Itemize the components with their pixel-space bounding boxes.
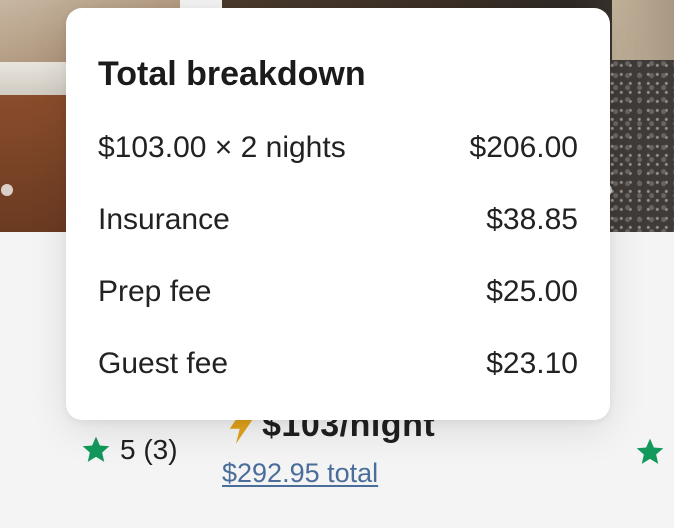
line-item-prep-fee: Prep fee $25.00	[98, 275, 578, 309]
rating-text: 5 (3)	[120, 434, 178, 465]
line-item-amount: $23.10	[486, 347, 578, 380]
line-item-amount: $206.00	[469, 131, 578, 164]
line-item-insurance: Insurance $38.85	[98, 203, 578, 237]
line-item-label: Guest fee	[98, 347, 229, 380]
line-item-amount: $25.00	[486, 275, 578, 308]
total-breakdown-popover: Total breakdown $103.00 × 2 nights $206.…	[66, 8, 610, 420]
line-item-guest-fee: Guest fee $23.10	[98, 347, 578, 381]
line-item-nights: $103.00 × 2 nights $206.00	[98, 131, 578, 165]
line-item-amount: $38.85	[486, 203, 578, 236]
listing-rating: 5 (3)	[80, 434, 178, 466]
photo-detail	[612, 0, 674, 60]
star-icon	[636, 438, 664, 464]
line-item-label: Prep fee	[98, 275, 212, 308]
star-icon	[82, 436, 110, 462]
total-price-link[interactable]: $292.95 total	[222, 458, 378, 489]
line-item-label: $103.00 × 2 nights	[98, 131, 346, 164]
line-item-label: Insurance	[98, 203, 230, 236]
popover-title: Total breakdown	[98, 55, 366, 93]
carousel-dot[interactable]	[1, 184, 13, 196]
photo-detail	[0, 95, 70, 232]
